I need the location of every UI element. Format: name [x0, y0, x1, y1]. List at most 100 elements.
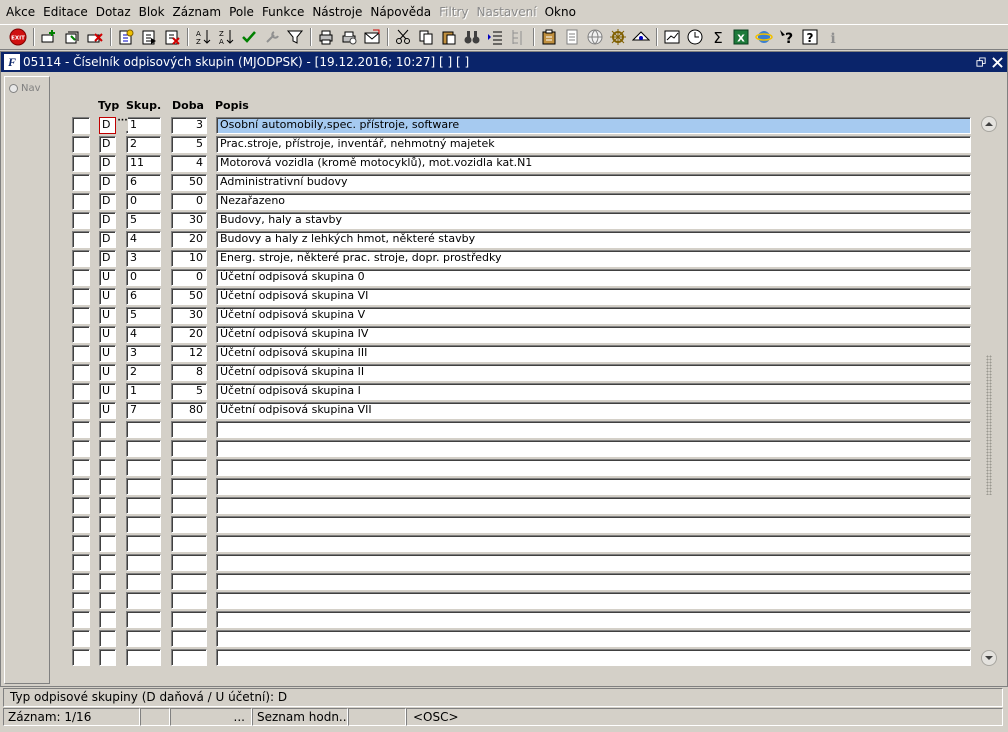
query-execute-button[interactable] [139, 27, 159, 47]
row-selector[interactable] [72, 649, 90, 666]
typ-field[interactable]: D [99, 136, 116, 153]
typ-field[interactable] [99, 592, 116, 609]
popis-field[interactable]: Nezařazeno [216, 193, 971, 210]
restore-button[interactable] [973, 54, 989, 70]
doba-field[interactable] [171, 554, 207, 571]
typ-field[interactable]: U [99, 345, 116, 362]
typ-field[interactable]: U [99, 383, 116, 400]
skup-field[interactable] [126, 630, 161, 647]
popis-field[interactable] [216, 649, 971, 666]
row-selector[interactable] [72, 478, 90, 495]
context-help-button[interactable]: ? [777, 27, 797, 47]
delete-record-button[interactable] [85, 27, 105, 47]
typ-field[interactable]: U [99, 402, 116, 419]
popis-field[interactable]: Účetní odpisová skupina VII [216, 402, 971, 419]
doba-field[interactable]: 4 [171, 155, 207, 172]
doba-field[interactable]: 20 [171, 326, 207, 343]
skup-field[interactable] [126, 440, 161, 457]
row-selector[interactable] [72, 573, 90, 590]
popis-field[interactable] [216, 535, 971, 552]
close-button[interactable] [989, 54, 1005, 70]
typ-field[interactable]: U [99, 307, 116, 324]
menu-5[interactable]: Pole [226, 5, 257, 19]
typ-field[interactable] [99, 421, 116, 438]
menu-11[interactable]: Okno [542, 5, 579, 19]
row-selector[interactable] [72, 421, 90, 438]
skup-field[interactable]: 2 [126, 364, 161, 381]
skup-field[interactable] [126, 611, 161, 628]
typ-field[interactable]: U [99, 288, 116, 305]
doba-field[interactable] [171, 535, 207, 552]
skup-field[interactable]: 11 [126, 155, 161, 172]
query-cancel-button[interactable] [162, 27, 182, 47]
row-selector[interactable] [72, 307, 90, 324]
skup-field[interactable]: 3 [126, 345, 161, 362]
copy-button[interactable] [416, 27, 436, 47]
doba-field[interactable]: 3 [171, 117, 207, 134]
row-selector[interactable] [72, 250, 90, 267]
skup-field[interactable]: 4 [126, 326, 161, 343]
popis-field[interactable]: Osobní automobily,spec. přístroje, softw… [216, 117, 971, 134]
popis-field[interactable]: Energ. stroje, některé prac. stroje, dop… [216, 250, 971, 267]
print-setup-button[interactable] [339, 27, 359, 47]
doba-field[interactable]: 5 [171, 383, 207, 400]
row-selector[interactable] [72, 231, 90, 248]
row-selector[interactable] [72, 174, 90, 191]
typ-field[interactable]: D [99, 117, 116, 134]
popis-field[interactable] [216, 573, 971, 590]
row-selector[interactable] [72, 383, 90, 400]
doba-field[interactable]: 8 [171, 364, 207, 381]
row-selector[interactable] [72, 516, 90, 533]
mail-button[interactable] [362, 27, 382, 47]
skup-field[interactable]: 0 [126, 193, 161, 210]
skup-field[interactable] [126, 649, 161, 666]
skup-field[interactable]: 4 [126, 231, 161, 248]
tools-button[interactable] [262, 27, 282, 47]
skup-field[interactable] [126, 478, 161, 495]
skup-field[interactable] [126, 535, 161, 552]
sum-button[interactable]: Σ [708, 27, 728, 47]
row-selector[interactable] [72, 402, 90, 419]
row-selector[interactable] [72, 497, 90, 514]
menu-0[interactable]: Akce [3, 5, 38, 19]
skup-field[interactable]: 6 [126, 174, 161, 191]
menu-6[interactable]: Funkce [259, 5, 307, 19]
typ-field[interactable] [99, 497, 116, 514]
menu-1[interactable]: Editace [40, 5, 91, 19]
doba-field[interactable]: 50 [171, 174, 207, 191]
popis-field[interactable]: Účetní odpisová skupina I [216, 383, 971, 400]
typ-field[interactable]: D [99, 231, 116, 248]
row-selector[interactable] [72, 345, 90, 362]
row-selector[interactable] [72, 440, 90, 457]
doba-field[interactable] [171, 649, 207, 666]
eye-button[interactable] [631, 27, 651, 47]
document-button[interactable] [562, 27, 582, 47]
popis-field[interactable] [216, 516, 971, 533]
exit-button[interactable]: EXIT [8, 27, 28, 47]
popis-field[interactable]: Účetní odpisová skupina VI [216, 288, 971, 305]
skup-field[interactable] [126, 516, 161, 533]
popis-field[interactable]: Motorová vozidla (kromě motocyklů), mot.… [216, 155, 971, 172]
typ-field[interactable] [99, 459, 116, 476]
doba-field[interactable]: 80 [171, 402, 207, 419]
skup-field[interactable]: 2 [126, 136, 161, 153]
clock-button[interactable] [685, 27, 705, 47]
doba-field[interactable] [171, 421, 207, 438]
scroll-down-button[interactable] [981, 650, 997, 666]
popis-field[interactable] [216, 630, 971, 647]
skup-field[interactable] [126, 554, 161, 571]
doba-field[interactable]: 0 [171, 193, 207, 210]
popis-field[interactable] [216, 497, 971, 514]
scroll-up-button[interactable] [981, 116, 997, 132]
menu-2[interactable]: Dotaz [93, 5, 134, 19]
row-selector[interactable] [72, 364, 90, 381]
doba-field[interactable]: 20 [171, 231, 207, 248]
doba-field[interactable] [171, 478, 207, 495]
chart-button[interactable] [662, 27, 682, 47]
sort-descending-button[interactable]: ZA [216, 27, 236, 47]
print-button[interactable] [316, 27, 336, 47]
doba-field[interactable]: 12 [171, 345, 207, 362]
popis-field[interactable]: Účetní odpisová skupina III [216, 345, 971, 362]
doba-field[interactable]: 30 [171, 307, 207, 324]
sort-ascending-button[interactable]: AZ [193, 27, 213, 47]
